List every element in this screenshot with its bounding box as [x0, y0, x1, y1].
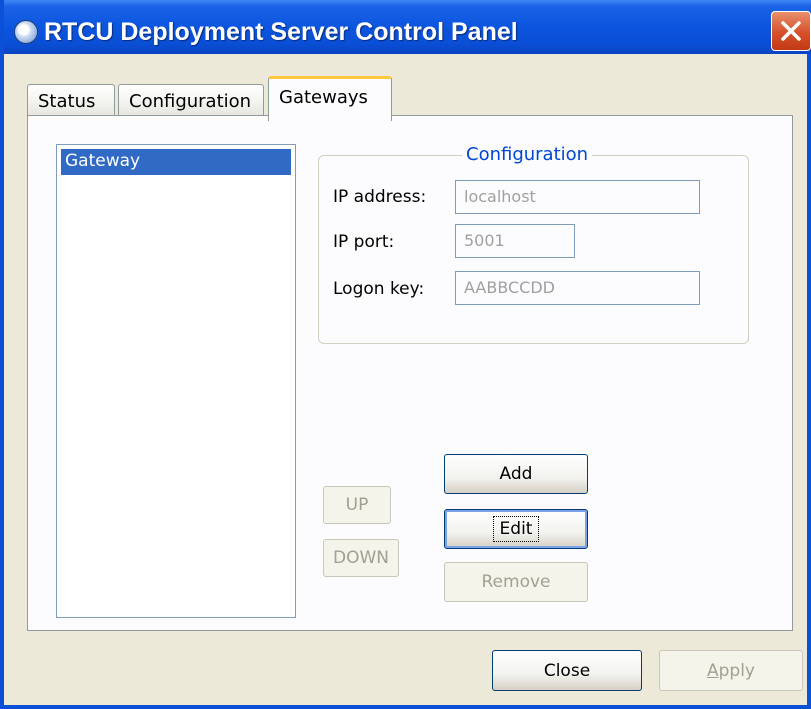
ip-address-label: IP address: — [333, 187, 427, 207]
list-item[interactable]: Gateway — [61, 149, 291, 175]
tab-status[interactable]: Status — [27, 84, 115, 118]
close-button[interactable]: Close — [492, 650, 642, 691]
ip-address-field[interactable]: localhost — [455, 180, 700, 214]
logon-key-label: Logon key: — [333, 279, 425, 299]
close-window-button[interactable] — [771, 11, 811, 51]
add-button-label: Add — [499, 464, 533, 484]
ip-port-field[interactable]: 5001 — [455, 224, 575, 258]
remove-button[interactable]: Remove — [444, 562, 588, 602]
gateway-list[interactable]: Gateway — [56, 144, 296, 618]
edit-button[interactable]: Edit — [444, 509, 588, 549]
configuration-group-title: Configuration — [462, 144, 593, 165]
close-icon — [781, 21, 801, 41]
add-button[interactable]: Add — [444, 454, 588, 494]
edit-button-label: Edit — [492, 516, 540, 542]
tab-configuration[interactable]: Configuration — [118, 84, 264, 118]
gateways-panel: Gateway Configuration IP address: localh… — [27, 115, 793, 631]
remove-button-label: Remove — [481, 572, 551, 592]
dialog-window: RTCU Deployment Server Control Panel Sta… — [0, 0, 811, 709]
apply-button-label: Apply — [706, 660, 755, 681]
close-button-label: Close — [543, 660, 591, 681]
apply-button[interactable]: Apply — [659, 650, 803, 691]
down-button-label: DOWN — [333, 548, 389, 568]
ip-port-label: IP port: — [333, 232, 395, 252]
up-button-label: UP — [345, 495, 369, 515]
tab-gateways[interactable]: Gateways — [268, 76, 392, 121]
up-button[interactable]: UP — [323, 486, 391, 524]
globe-icon — [14, 20, 38, 44]
title-bar[interactable]: RTCU Deployment Server Control Panel — [4, 0, 811, 54]
window-title: RTCU Deployment Server Control Panel — [44, 18, 518, 46]
down-button[interactable]: DOWN — [323, 539, 399, 577]
logon-key-field[interactable]: AABBCCDD — [455, 271, 700, 305]
